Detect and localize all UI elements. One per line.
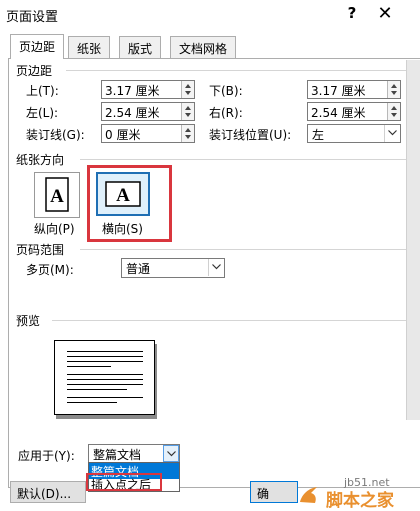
preview-page — [54, 340, 155, 415]
landscape-button[interactable]: A — [96, 172, 150, 216]
gutter-value: 0 厘米 — [105, 128, 141, 142]
margins-group-label: 页边距 — [16, 64, 53, 78]
portrait-button[interactable]: A — [34, 172, 80, 218]
chevron-down-icon[interactable] — [163, 445, 179, 462]
apply-to-label: 应用于(Y): — [18, 449, 75, 463]
gutter-position-label: 装订线位置(U): — [209, 128, 292, 142]
set-default-button[interactable]: 默认(D)... — [10, 481, 86, 503]
help-button[interactable]: ? — [344, 4, 360, 22]
preview-group-label: 预览 — [16, 314, 41, 328]
orientation-group-divider — [80, 159, 416, 160]
bottom-margin-spin-arrows[interactable] — [387, 81, 400, 98]
landscape-page-icon: A — [105, 181, 141, 207]
left-margin-value: 2.54 厘米 — [105, 106, 160, 120]
chevron-down-icon[interactable] — [384, 125, 400, 142]
preview-group-divider — [52, 320, 416, 321]
chevron-down-icon[interactable] — [208, 259, 224, 276]
left-margin-spinner[interactable]: 2.54 厘米 — [101, 102, 195, 121]
right-margin-spinner[interactable]: 2.54 厘米 — [307, 102, 401, 121]
top-margin-label: 上(T): — [26, 84, 59, 98]
orientation-group-label: 纸张方向 — [16, 153, 65, 167]
tab-paper[interactable]: 纸张 — [68, 36, 111, 58]
gutter-position-value: 左 — [312, 128, 325, 142]
margins-group-divider — [66, 70, 416, 71]
landscape-label: 横向(S) — [102, 222, 143, 236]
watermark-logo-icon — [300, 487, 317, 503]
tab-layout[interactable]: 版式 — [119, 36, 162, 58]
gutter-label: 装订线(G): — [26, 128, 85, 142]
right-margin-value: 2.54 厘米 — [311, 106, 366, 120]
right-margin-label: 右(R): — [209, 106, 243, 120]
close-button[interactable]: ✕ — [374, 3, 396, 24]
bottom-margin-value: 3.17 厘米 — [311, 84, 366, 98]
pages-group-label: 页码范围 — [16, 243, 65, 257]
apply-to-value: 整篇文档 — [93, 448, 142, 462]
gutter-position-select[interactable]: 左 — [307, 124, 401, 143]
ok-button[interactable]: 确 — [250, 481, 298, 503]
svg-text:A: A — [50, 186, 64, 207]
gutter-spinner[interactable]: 0 厘米 — [101, 124, 195, 143]
multiple-pages-select[interactable]: 普通 — [121, 258, 225, 278]
top-margin-spin-arrows[interactable] — [181, 81, 194, 98]
right-margin-spin-arrows[interactable] — [387, 103, 400, 120]
left-margin-label: 左(L): — [26, 106, 59, 120]
gutter-spin-arrows[interactable] — [181, 125, 194, 142]
multiple-pages-label: 多页(M): — [26, 263, 74, 277]
portrait-label: 纵向(P) — [34, 222, 75, 236]
left-margin-spin-arrows[interactable] — [181, 103, 194, 120]
pages-group-divider — [80, 249, 416, 250]
top-margin-spinner[interactable]: 3.17 厘米 — [101, 80, 195, 99]
background-scrollbar[interactable] — [406, 60, 420, 420]
dialog-title: 页面设置 — [6, 10, 59, 25]
top-margin-value: 3.17 厘米 — [105, 84, 160, 98]
multiple-pages-value: 普通 — [126, 262, 151, 276]
bottom-margin-label: 下(B): — [209, 84, 243, 98]
tab-document-grid[interactable]: 文档网格 — [170, 36, 237, 58]
apply-to-select[interactable]: 整篇文档 — [88, 444, 180, 463]
watermark-brand: 脚本之家 — [326, 491, 394, 511]
insertion-option-highlight-box — [86, 473, 162, 491]
svg-text:A: A — [116, 185, 130, 206]
portrait-page-icon: A — [45, 177, 69, 212]
tab-margins[interactable]: 页边距 — [10, 34, 65, 59]
bottom-margin-spinner[interactable]: 3.17 厘米 — [307, 80, 401, 99]
